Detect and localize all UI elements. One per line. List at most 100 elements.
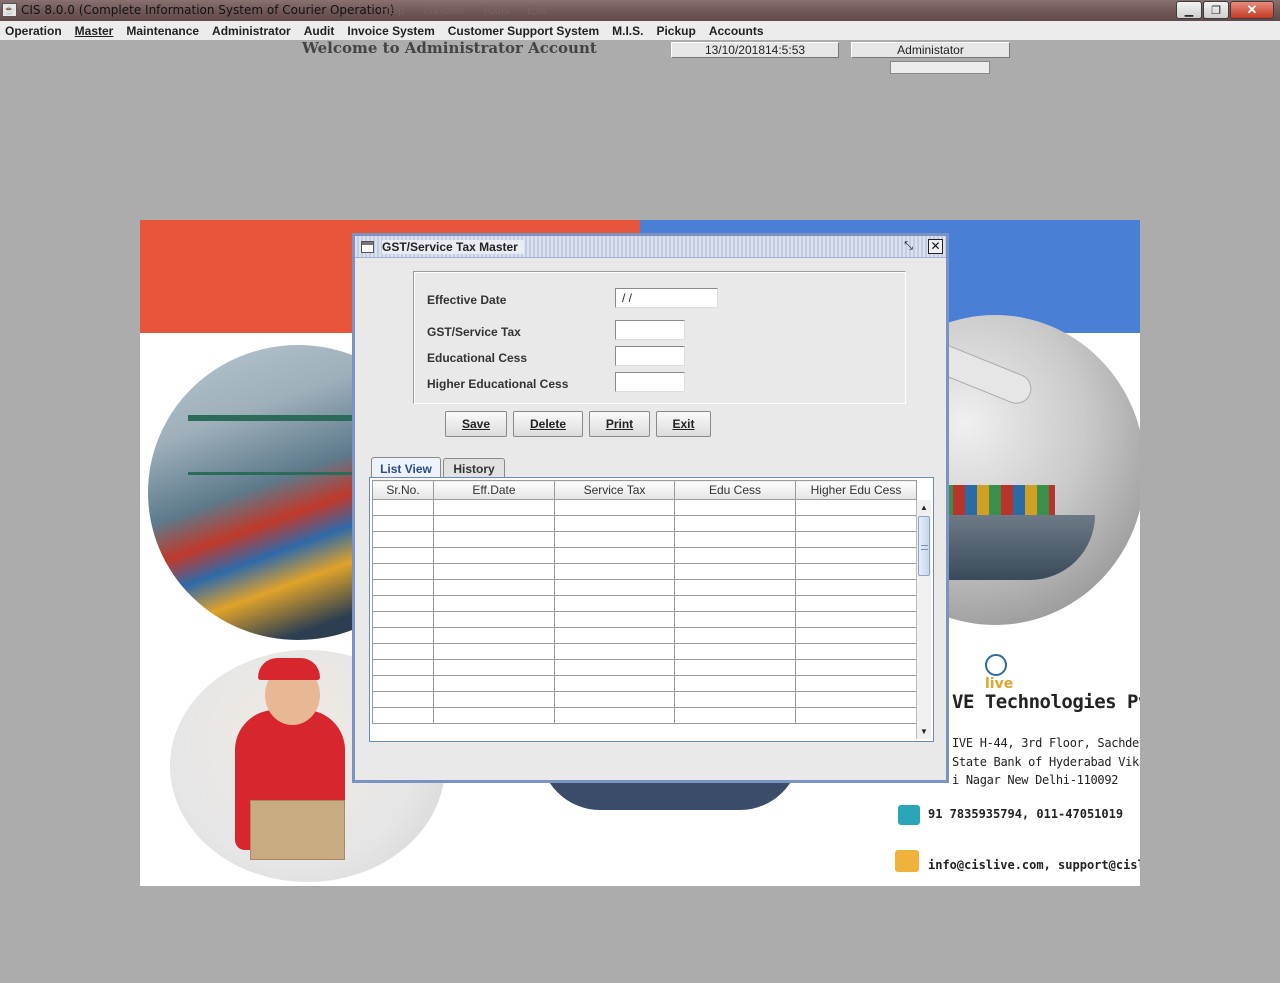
table-cell[interactable] — [433, 611, 555, 628]
table-row[interactable] — [372, 563, 917, 580]
table-cell[interactable] — [433, 563, 555, 580]
table-cell[interactable] — [433, 675, 555, 692]
table-cell[interactable] — [674, 531, 796, 548]
close-window-button[interactable]: ✕ — [1230, 1, 1274, 19]
table-cell[interactable] — [554, 595, 675, 612]
table-cell[interactable] — [372, 627, 434, 644]
higher-educational-cess-input[interactable] — [615, 372, 685, 392]
table-row[interactable] — [372, 707, 917, 724]
table-row[interactable] — [372, 515, 917, 532]
table-cell[interactable] — [674, 595, 796, 612]
table-row[interactable] — [372, 531, 917, 548]
table-cell[interactable] — [674, 515, 796, 532]
table-cell[interactable] — [433, 707, 555, 724]
table-cell[interactable] — [372, 547, 434, 564]
table-cell[interactable] — [554, 627, 675, 644]
table-vertical-scrollbar[interactable]: ▲ ▼ — [916, 500, 931, 739]
table-cell[interactable] — [372, 659, 434, 676]
menu-customer-support-system[interactable]: Customer Support System — [448, 24, 599, 38]
table-cell[interactable] — [433, 515, 555, 532]
table-cell[interactable] — [795, 707, 917, 724]
table-cell[interactable] — [554, 499, 675, 516]
table-cell[interactable] — [372, 531, 434, 548]
table-row[interactable] — [372, 547, 917, 564]
column-header-edu-cess[interactable]: Edu Cess — [674, 480, 796, 500]
table-cell[interactable] — [795, 643, 917, 660]
table-row[interactable] — [372, 579, 917, 596]
menu-pickup[interactable]: Pickup — [656, 24, 695, 38]
table-cell[interactable] — [554, 531, 675, 548]
table-cell[interactable] — [795, 547, 917, 564]
table-cell[interactable] — [795, 691, 917, 708]
tab-list-view[interactable]: List View — [371, 457, 441, 479]
table-cell[interactable] — [674, 675, 796, 692]
table-row[interactable] — [372, 627, 917, 644]
table-cell[interactable] — [372, 515, 434, 532]
menu-operation[interactable]: Operation — [5, 24, 62, 38]
tab-history[interactable]: History — [443, 458, 505, 478]
menu-audit[interactable]: Audit — [304, 24, 335, 38]
scroll-thumb[interactable] — [918, 516, 930, 576]
table-cell[interactable] — [433, 547, 555, 564]
menu-mis[interactable]: M.I.S. — [612, 24, 643, 38]
table-cell[interactable] — [795, 499, 917, 516]
table-cell[interactable] — [795, 579, 917, 596]
column-header-higher-edu-cess[interactable]: Higher Edu Cess — [795, 480, 917, 500]
table-cell[interactable] — [372, 675, 434, 692]
table-cell[interactable] — [674, 707, 796, 724]
column-header-sr-no[interactable]: Sr.No. — [372, 480, 434, 500]
table-cell[interactable] — [433, 499, 555, 516]
frame-iconify-button[interactable]: ⤡ — [901, 239, 916, 254]
restore-button[interactable]: ❐ — [1203, 1, 1229, 19]
save-button[interactable]: Save — [445, 411, 507, 437]
scroll-up-icon[interactable]: ▲ — [917, 500, 931, 515]
effective-date-input[interactable]: / / — [615, 288, 718, 308]
table-cell[interactable] — [674, 563, 796, 580]
table-cell[interactable] — [372, 499, 434, 516]
table-cell[interactable] — [674, 579, 796, 596]
menu-invoice-system[interactable]: Invoice System — [347, 24, 434, 38]
table-row[interactable] — [372, 595, 917, 612]
table-cell[interactable] — [433, 643, 555, 660]
table-row[interactable] — [372, 499, 917, 516]
table-cell[interactable] — [674, 643, 796, 660]
table-cell[interactable] — [372, 563, 434, 580]
delete-button[interactable]: Delete — [513, 411, 583, 437]
menu-master[interactable]: Master — [75, 24, 114, 38]
gst-service-tax-input[interactable] — [615, 320, 685, 340]
table-row[interactable] — [372, 643, 917, 660]
table-cell[interactable] — [554, 643, 675, 660]
table-cell[interactable] — [795, 515, 917, 532]
table-cell[interactable] — [795, 531, 917, 548]
table-cell[interactable] — [554, 691, 675, 708]
table-cell[interactable] — [372, 579, 434, 596]
educational-cess-input[interactable] — [615, 346, 685, 366]
table-cell[interactable] — [554, 547, 675, 564]
scroll-down-icon[interactable]: ▼ — [917, 724, 931, 739]
table-cell[interactable] — [554, 611, 675, 628]
table-cell[interactable] — [372, 643, 434, 660]
table-cell[interactable] — [433, 691, 555, 708]
table-cell[interactable] — [795, 563, 917, 580]
table-cell[interactable] — [433, 579, 555, 596]
exit-button[interactable]: Exit — [656, 411, 711, 437]
minimize-button[interactable]: ▁ — [1176, 1, 1202, 19]
table-cell[interactable] — [795, 659, 917, 676]
table-cell[interactable] — [554, 579, 675, 596]
table-cell[interactable] — [795, 595, 917, 612]
table-cell[interactable] — [674, 499, 796, 516]
table-cell[interactable] — [674, 691, 796, 708]
menu-accounts[interactable]: Accounts — [709, 24, 764, 38]
column-header-service-tax[interactable]: Service Tax — [554, 480, 675, 500]
frame-close-button[interactable]: ✕ — [928, 239, 943, 254]
table-cell[interactable] — [674, 611, 796, 628]
table-cell[interactable] — [372, 691, 434, 708]
column-header-eff-date[interactable]: Eff.Date — [433, 480, 555, 500]
table-cell[interactable] — [372, 707, 434, 724]
table-cell[interactable] — [554, 515, 675, 532]
table-cell[interactable] — [795, 675, 917, 692]
table-cell[interactable] — [433, 531, 555, 548]
table-cell[interactable] — [372, 595, 434, 612]
table-cell[interactable] — [554, 563, 675, 580]
table-cell[interactable] — [674, 547, 796, 564]
